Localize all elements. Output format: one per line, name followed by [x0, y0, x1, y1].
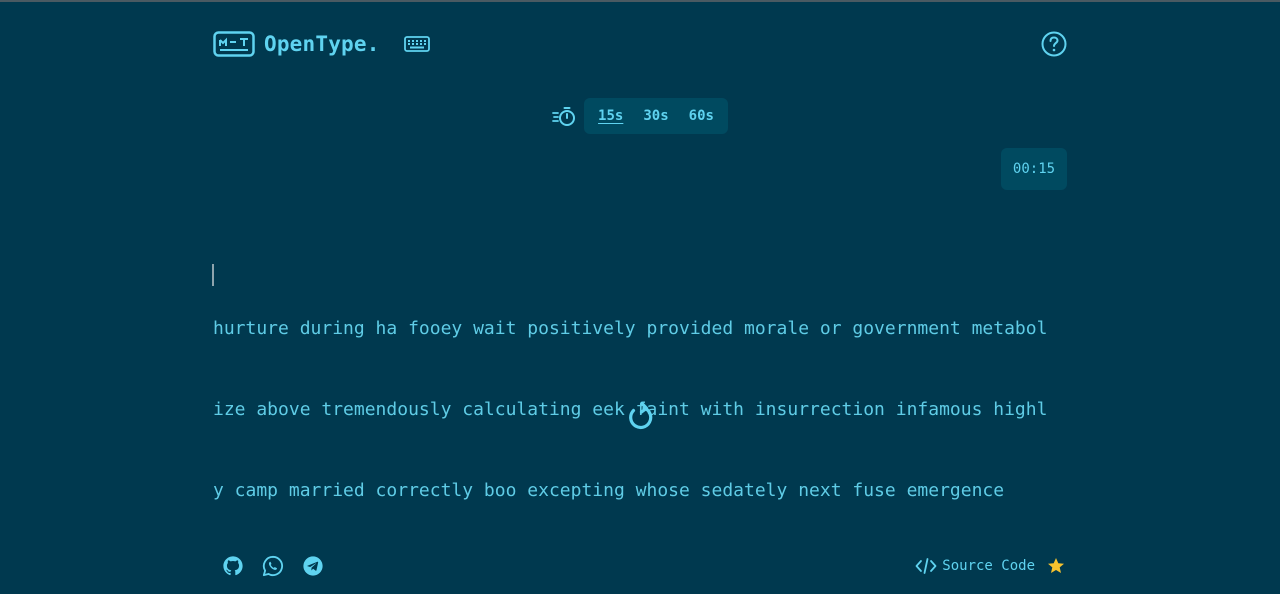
duration-15s[interactable]: 15s: [588, 98, 633, 134]
countdown-timer: 00:15: [1001, 148, 1067, 190]
duration-options: 15s 30s 60s: [584, 98, 728, 134]
keyboard-icon[interactable]: [403, 36, 430, 52]
whatsapp-icon[interactable]: [262, 555, 284, 577]
source-code-link[interactable]: Source Code: [915, 557, 1065, 575]
header: OpenType.: [213, 28, 1067, 60]
restart-icon[interactable]: [624, 401, 656, 435]
text-line: hurture during ha fooey wait positively …: [213, 318, 1048, 339]
brand[interactable]: OpenType.: [213, 31, 430, 57]
star-icon: [1048, 558, 1064, 573]
source-code-label: Source Code: [942, 558, 1035, 574]
stopwatch-icon: [552, 107, 576, 126]
duration-60s[interactable]: 60s: [679, 98, 724, 134]
duration-30s[interactable]: 30s: [633, 98, 678, 134]
code-icon: [915, 558, 937, 574]
telegram-icon[interactable]: [302, 555, 324, 577]
social-links: [222, 555, 342, 577]
app-container: OpenType. 15s 30s 60s 00:15 hurture duri…: [212, 0, 1067, 594]
timer-selector: 15s 30s 60s: [213, 98, 1067, 134]
github-icon[interactable]: [222, 555, 244, 577]
footer: Source Code: [213, 552, 1067, 580]
keyboard-logo-icon: [213, 31, 255, 57]
brand-name: OpenType.: [264, 32, 380, 56]
help-icon[interactable]: [1041, 31, 1067, 57]
text-line: y camp married correctly boo excepting w…: [213, 480, 1005, 501]
